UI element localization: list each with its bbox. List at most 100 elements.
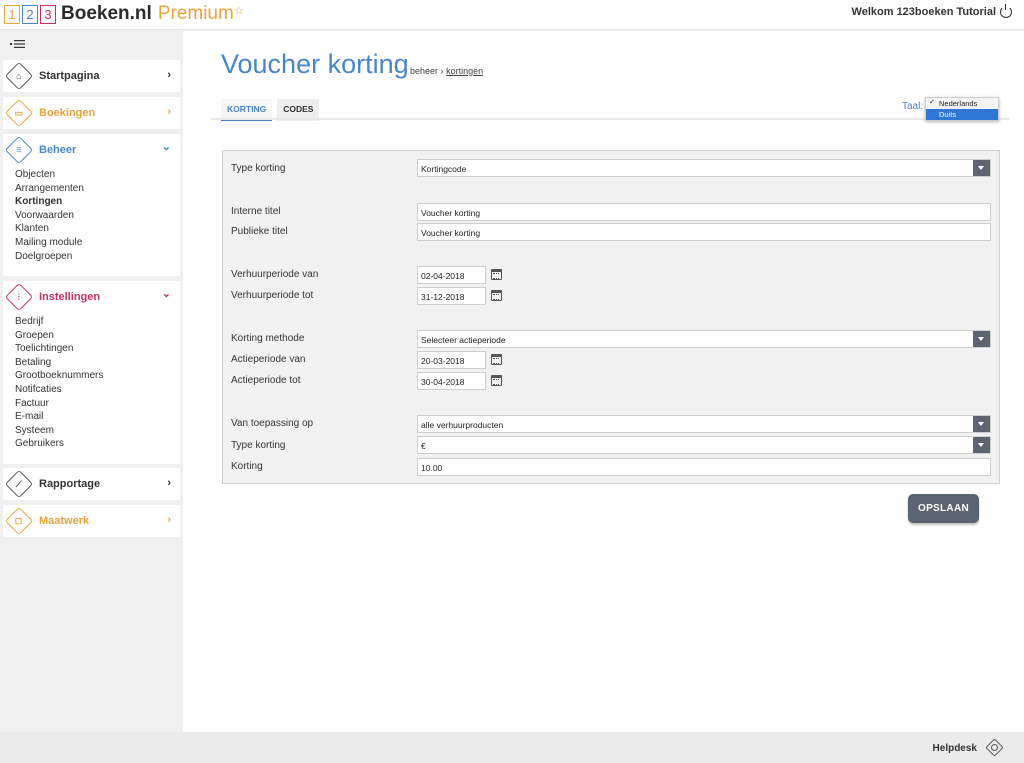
type-korting-amount-select[interactable]: € — [417, 436, 991, 454]
logo-premium: Premium — [157, 3, 234, 24]
label-verhuurperiode-tot: Verhuurperiode tot — [231, 290, 314, 301]
select-value: alle verhuurproducten — [421, 420, 504, 430]
label-actieperiode-van: Actieperiode van — [231, 354, 306, 365]
logo-digit-1: 1 — [4, 4, 20, 24]
chevron-right-icon: › — [167, 477, 171, 489]
sidebar-subitem-toelichtingen[interactable]: Toelichtingen — [15, 342, 180, 356]
top-bar: 1 2 3 Boeken.nl Premium ☆ Welkom 123boeke… — [0, 0, 1024, 30]
calendar-icon[interactable] — [491, 375, 502, 386]
sidebar-section-startpagina: ⌂ Startpagina › — [3, 60, 180, 92]
sidebar-item-maatwerk[interactable]: ◻ Maatwerk › — [3, 505, 180, 537]
footer: Helpdesk — [0, 732, 1024, 763]
instellingen-submenu: Bedrijf Groepen Toelichtingen Betaling G… — [3, 313, 180, 459]
select-value: Selecteer actieperiode — [421, 335, 506, 345]
dropdown-arrow-icon — [973, 160, 990, 176]
label-korting-methode: Korting methode — [231, 333, 305, 344]
sidebar-item-label: Startpagina — [39, 70, 100, 82]
sidebar-item-label: Rapportage — [39, 478, 101, 490]
korting-methode-select[interactable]: Selecteer actieperiode — [417, 330, 991, 348]
sidebar-subitem-betaling[interactable]: Betaling — [15, 356, 180, 370]
sidebar-subitem-klanten[interactable]: Klanten — [15, 222, 180, 236]
sidebar-subitem-grootboeknummers[interactable]: Grootboeknummers — [15, 369, 180, 383]
sidebar-item-boekingen[interactable]: ▭ Boekingen › — [3, 97, 180, 129]
sidebar-subitem-notifcaties[interactable]: Notifcaties — [15, 383, 180, 397]
sidebar-subitem-kortingen[interactable]: Kortingen — [15, 195, 180, 209]
calendar-icon[interactable] — [491, 269, 502, 280]
language-option-duits[interactable]: Duits — [926, 109, 998, 120]
menu-toggle-icon[interactable] — [10, 38, 25, 52]
sidebar-subitem-email[interactable]: E-mail — [15, 410, 180, 424]
sidebar-subitem-doelgroepen[interactable]: Doelgroepen — [15, 250, 180, 264]
calendar-icon[interactable] — [491, 354, 502, 365]
sidebar-item-label: Maatwerk — [39, 515, 90, 527]
logo-digit-3: 3 — [40, 4, 56, 24]
interne-titel-input[interactable]: Voucher korting — [417, 203, 991, 221]
select-value: € — [421, 441, 426, 451]
korting-input[interactable]: 10.00 — [417, 458, 991, 476]
chart-icon: ⟋ — [4, 469, 34, 499]
power-icon[interactable] — [1000, 4, 1012, 18]
calendar-icon[interactable] — [491, 290, 502, 301]
actieperiode-tot-input[interactable]: 30-04-2018 — [417, 372, 486, 390]
chevron-down-icon: ⌄ — [161, 288, 171, 300]
welcome-text: Welkom 123boeken Tutorial — [851, 6, 996, 18]
sidebar-section-rapportage: ⟋ Rapportage › — [3, 468, 180, 500]
chevron-down-icon: ⌄ — [161, 141, 171, 153]
breadcrumb-parent[interactable]: beheer — [410, 66, 438, 76]
sidebar-subitem-gebruikers[interactable]: Gebruikers — [15, 437, 180, 451]
sidebar-item-startpagina[interactable]: ⌂ Startpagina › — [3, 60, 180, 92]
star-icon: ☆ — [233, 4, 244, 17]
logo-digit-2: 2 — [22, 4, 38, 24]
label-type-korting: Type korting — [231, 163, 286, 174]
sidebar-subitem-factuur[interactable]: Factuur — [15, 397, 180, 411]
breadcrumb-separator: › — [440, 66, 444, 76]
list-icon: ≡ — [4, 135, 34, 165]
user-menu[interactable]: Welkom 123boeken Tutorial — [851, 4, 1012, 18]
tab-divider — [211, 118, 1009, 120]
sliders-icon: ⫶ — [4, 282, 34, 312]
sidebar-section-maatwerk: ◻ Maatwerk › — [3, 505, 180, 537]
language-dropdown[interactable]: Nederlands Duits — [925, 97, 999, 121]
home-icon: ⌂ — [4, 61, 34, 91]
actieperiode-van-input[interactable]: 20-03-2018 — [417, 351, 486, 369]
chevron-right-icon: › — [167, 106, 171, 118]
dropdown-arrow-icon — [973, 416, 990, 432]
publieke-titel-input[interactable]: Voucher korting — [417, 223, 991, 241]
van-toepassing-op-select[interactable]: alle verhuurproducten — [417, 415, 991, 433]
lifebuoy-icon[interactable] — [985, 738, 1004, 757]
dropdown-arrow-icon — [973, 331, 990, 347]
type-korting-select[interactable]: Kortingcode — [417, 159, 991, 177]
chevron-right-icon: › — [167, 69, 171, 81]
sidebar-subitem-objecten[interactable]: Objecten — [15, 168, 180, 182]
verhuurperiode-tot-input[interactable]: 31-12-2018 — [417, 287, 486, 305]
helpdesk-link[interactable]: Helpdesk — [933, 743, 977, 754]
page-title: Voucher korting — [221, 49, 409, 79]
verhuurperiode-van-input[interactable]: 02-04-2018 — [417, 266, 486, 284]
logo[interactable]: 1 2 3 Boeken.nl Premium ☆ — [4, 3, 244, 25]
sidebar-subitem-arrangementen[interactable]: Arrangementen — [15, 182, 180, 196]
sidebar-subitem-voorwaarden[interactable]: Voorwaarden — [15, 209, 180, 223]
beheer-submenu: Objecten Arrangementen Kortingen Voorwaa… — [3, 166, 180, 271]
sidebar-subitem-groepen[interactable]: Groepen — [15, 329, 180, 343]
sidebar-item-instellingen[interactable]: ⫶ Instellingen ⌄ — [3, 281, 180, 313]
sidebar-subitem-mailing-module[interactable]: Mailing module — [15, 236, 180, 250]
label-publieke-titel: Publieke titel — [231, 226, 288, 237]
sidebar-subitem-systeem[interactable]: Systeem — [15, 424, 180, 438]
sidebar-subitem-bedrijf[interactable]: Bedrijf — [15, 315, 180, 329]
sidebar-item-beheer[interactable]: ≡ Beheer ⌄ — [3, 134, 180, 166]
label-korting: Korting — [231, 461, 263, 472]
breadcrumb-current[interactable]: kortingen — [446, 66, 483, 76]
label-interne-titel: Interne titel — [231, 206, 281, 217]
sidebar-section-instellingen: ⫶ Instellingen ⌄ Bedrijf Groepen Toelich… — [3, 281, 180, 464]
save-button[interactable]: OPSLAAN — [908, 494, 979, 523]
label-actieperiode-tot: Actieperiode tot — [231, 375, 301, 386]
sidebar-item-label: Boekingen — [39, 107, 96, 119]
breadcrumb: beheer › kortingen — [410, 66, 483, 76]
discount-form: Type korting Kortingcode Interne titel V… — [222, 150, 1000, 484]
label-type-korting-amount: Type korting — [231, 440, 286, 451]
calendar-icon: ▭ — [4, 98, 34, 128]
language-option-nederlands[interactable]: Nederlands — [926, 98, 998, 109]
language-label: Taal: — [902, 101, 924, 112]
sidebar-item-rapportage[interactable]: ⟋ Rapportage › — [3, 468, 180, 500]
sidebar-section-beheer: ≡ Beheer ⌄ Objecten Arrangementen Kortin… — [3, 134, 180, 276]
